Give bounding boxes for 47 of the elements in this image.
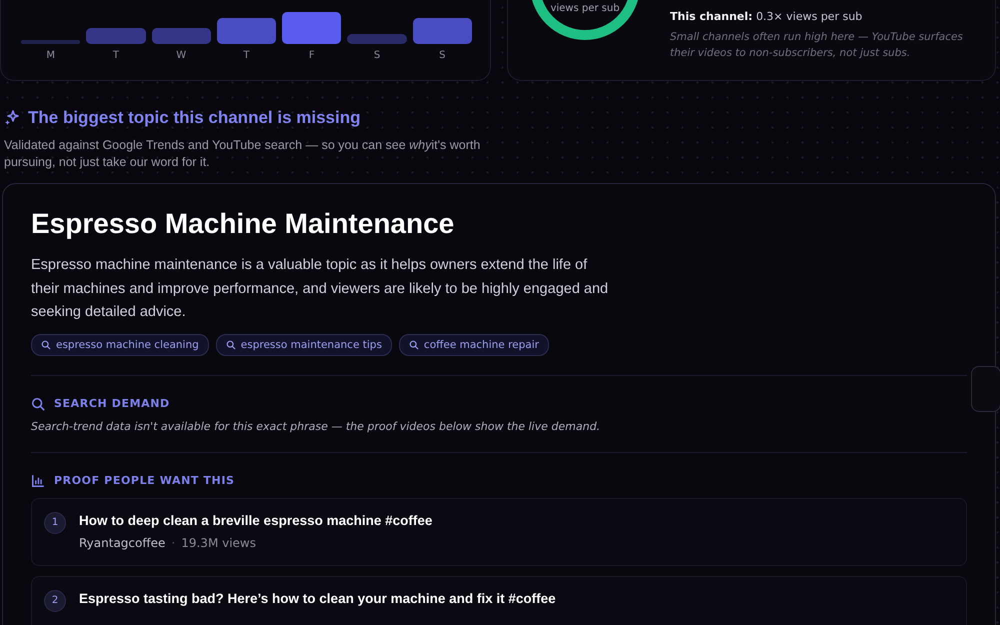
day-label: M: [46, 50, 55, 61]
video-row[interactable]: 1 How to deep clean a breville espresso machine #coffee Ryantagcoffee · 19.3M views: [31, 498, 967, 566]
keyword-chip[interactable]: espresso machine cleaning: [31, 334, 209, 356]
day-bar: [412, 18, 472, 44]
video-title: How to deep clean a breville espresso machine #coffee: [79, 512, 432, 528]
section-heading: The biggest topic this channel is missing: [28, 108, 360, 128]
subsection-heading: PROOF PEOPLE WANT THIS: [54, 474, 235, 487]
day-label: T: [112, 50, 119, 61]
demand-note: Search-trend data isn't available for this exact phrase — the proof videos below show the live demand.: [31, 420, 602, 432]
search-icon: [31, 396, 45, 410]
day-bar: [282, 12, 342, 44]
search-icon: [41, 340, 51, 350]
section-intro: Validated against Google Trends and YouTube search — so you can see whyit's worth pursuing, not just take our word for it.: [4, 137, 482, 171]
day-label: W: [176, 50, 186, 61]
side-handle[interactable]: [971, 366, 1000, 412]
day-bar: [86, 28, 146, 44]
day-bar: [152, 28, 211, 44]
chip-label: espresso machine cleaning: [56, 338, 199, 350]
view-count: 19.3M views: [181, 536, 256, 550]
stat-value: 0.3× views per sub: [756, 10, 862, 23]
search-icon: [226, 340, 236, 350]
video-title: Espresso tasting bad? Here’s how to clean your machine and fix it #coffee: [79, 590, 556, 606]
bar-chart-icon: [31, 474, 45, 488]
sparkles-icon: [4, 110, 20, 126]
ring-caption: views per sub: [550, 2, 620, 14]
search-icon: [408, 340, 419, 350]
rank-badge: 1: [44, 512, 66, 534]
day-label: S: [374, 50, 380, 61]
keyword-chip[interactable]: espresso maintenance tips: [216, 334, 392, 356]
topic-title: Espresso Machine Maintenance: [31, 208, 456, 240]
day-label: S: [439, 50, 446, 61]
chip-label: coffee machine repair: [424, 338, 539, 350]
stat-label: This channel:: [670, 10, 753, 23]
video-row[interactable]: 2 Espresso tasting bad? Here’s how to clean your machine and fix it #coffee: [31, 576, 967, 625]
chip-label: espresso maintenance tips: [240, 338, 382, 350]
day-label: T: [243, 50, 250, 61]
day-label: F: [308, 50, 315, 61]
day-bar: [347, 34, 407, 44]
rank-badge: 2: [44, 590, 66, 612]
keyword-chip[interactable]: coffee machine repair: [398, 334, 549, 356]
channel-name: Ryantagcoffee: [79, 536, 166, 550]
topic-description: Espresso machine maintenance is a valuable topic as it helps owners extend the life of their machines and improve performance, and viewers are likely to be highly engaged and seeking detailed advice.: [31, 256, 610, 322]
separator-dot: ·: [171, 536, 176, 550]
subsection-heading: SEARCH DEMAND: [54, 397, 170, 410]
day-bar: [21, 40, 80, 44]
ratio-note: Small channels often run high here — YouTube surfaces their videos to non-subscribers, not just subs.: [670, 30, 964, 61]
day-bar: [216, 18, 276, 44]
